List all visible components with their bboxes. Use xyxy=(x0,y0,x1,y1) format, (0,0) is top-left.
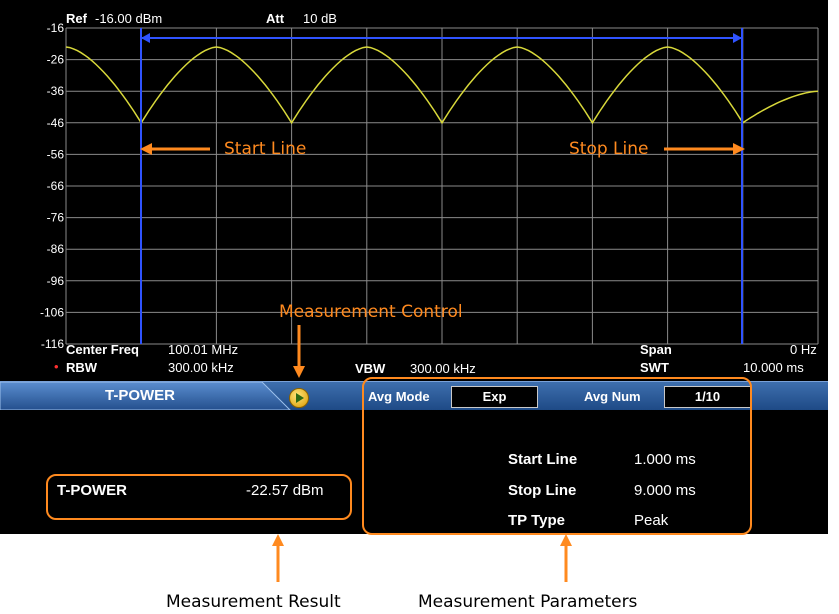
center-freq-value: 100.01 MHz xyxy=(168,342,239,357)
ref-label: Ref xyxy=(66,11,87,26)
y-tick-label: -46 xyxy=(47,116,65,130)
y-tick-label: -26 xyxy=(47,53,65,67)
y-tick-label: -106 xyxy=(40,305,64,319)
rbw-marker: • xyxy=(54,359,59,374)
att-value: 10 dB xyxy=(303,11,337,26)
y-tick-label: -36 xyxy=(47,84,65,98)
start-line-annotation: Start Line xyxy=(224,139,307,159)
parameters-highlight xyxy=(362,377,752,535)
span-value: 0 Hz xyxy=(790,342,817,357)
swt-value: 10.000 ms xyxy=(743,360,804,375)
measurement-result-caption: Measurement Result xyxy=(166,592,341,612)
y-tick-label: -56 xyxy=(47,147,65,161)
stop-line-annotation: Stop Line xyxy=(569,139,649,159)
y-tick-label: -116 xyxy=(41,337,64,351)
caption-arrows xyxy=(272,534,572,582)
span-arrow-right xyxy=(733,33,742,43)
y-tick-label: -16 xyxy=(47,21,65,35)
vbw-label: VBW xyxy=(355,361,386,376)
att-label: Att xyxy=(266,11,285,26)
center-freq-label: Center Freq xyxy=(66,342,139,357)
vbw-value: 300.00 kHz xyxy=(410,361,476,376)
y-axis-ticks: -16 -26 -36 -46 -56 -66 -76 -86 -96 -106 -116 xyxy=(40,21,64,351)
result-highlight xyxy=(46,474,352,520)
rbw-label: RBW xyxy=(66,360,98,375)
play-icon xyxy=(296,393,304,403)
y-tick-label: -76 xyxy=(47,211,65,225)
swt-label: SWT xyxy=(640,360,669,375)
y-tick-label: -86 xyxy=(47,242,65,256)
trace-plot: -16 -26 -36 -46 -56 -66 -76 -86 -96 -106 -116 xyxy=(40,21,819,378)
y-tick-label: -96 xyxy=(47,274,65,288)
measurement-parameters-caption: Measurement Parameters xyxy=(418,592,638,612)
y-tick-label: -66 xyxy=(47,179,65,193)
span-arrow-left xyxy=(141,33,150,43)
rbw-value: 300.00 kHz xyxy=(168,360,234,375)
plot-grid xyxy=(65,27,819,345)
measurement-control-annotation: Measurement Control xyxy=(279,302,463,322)
span-label: Span xyxy=(640,342,672,357)
measurement-control-button[interactable] xyxy=(289,388,309,408)
ref-value: -16.00 dBm xyxy=(95,11,163,26)
tpower-tab-label[interactable]: T-POWER xyxy=(105,387,175,404)
